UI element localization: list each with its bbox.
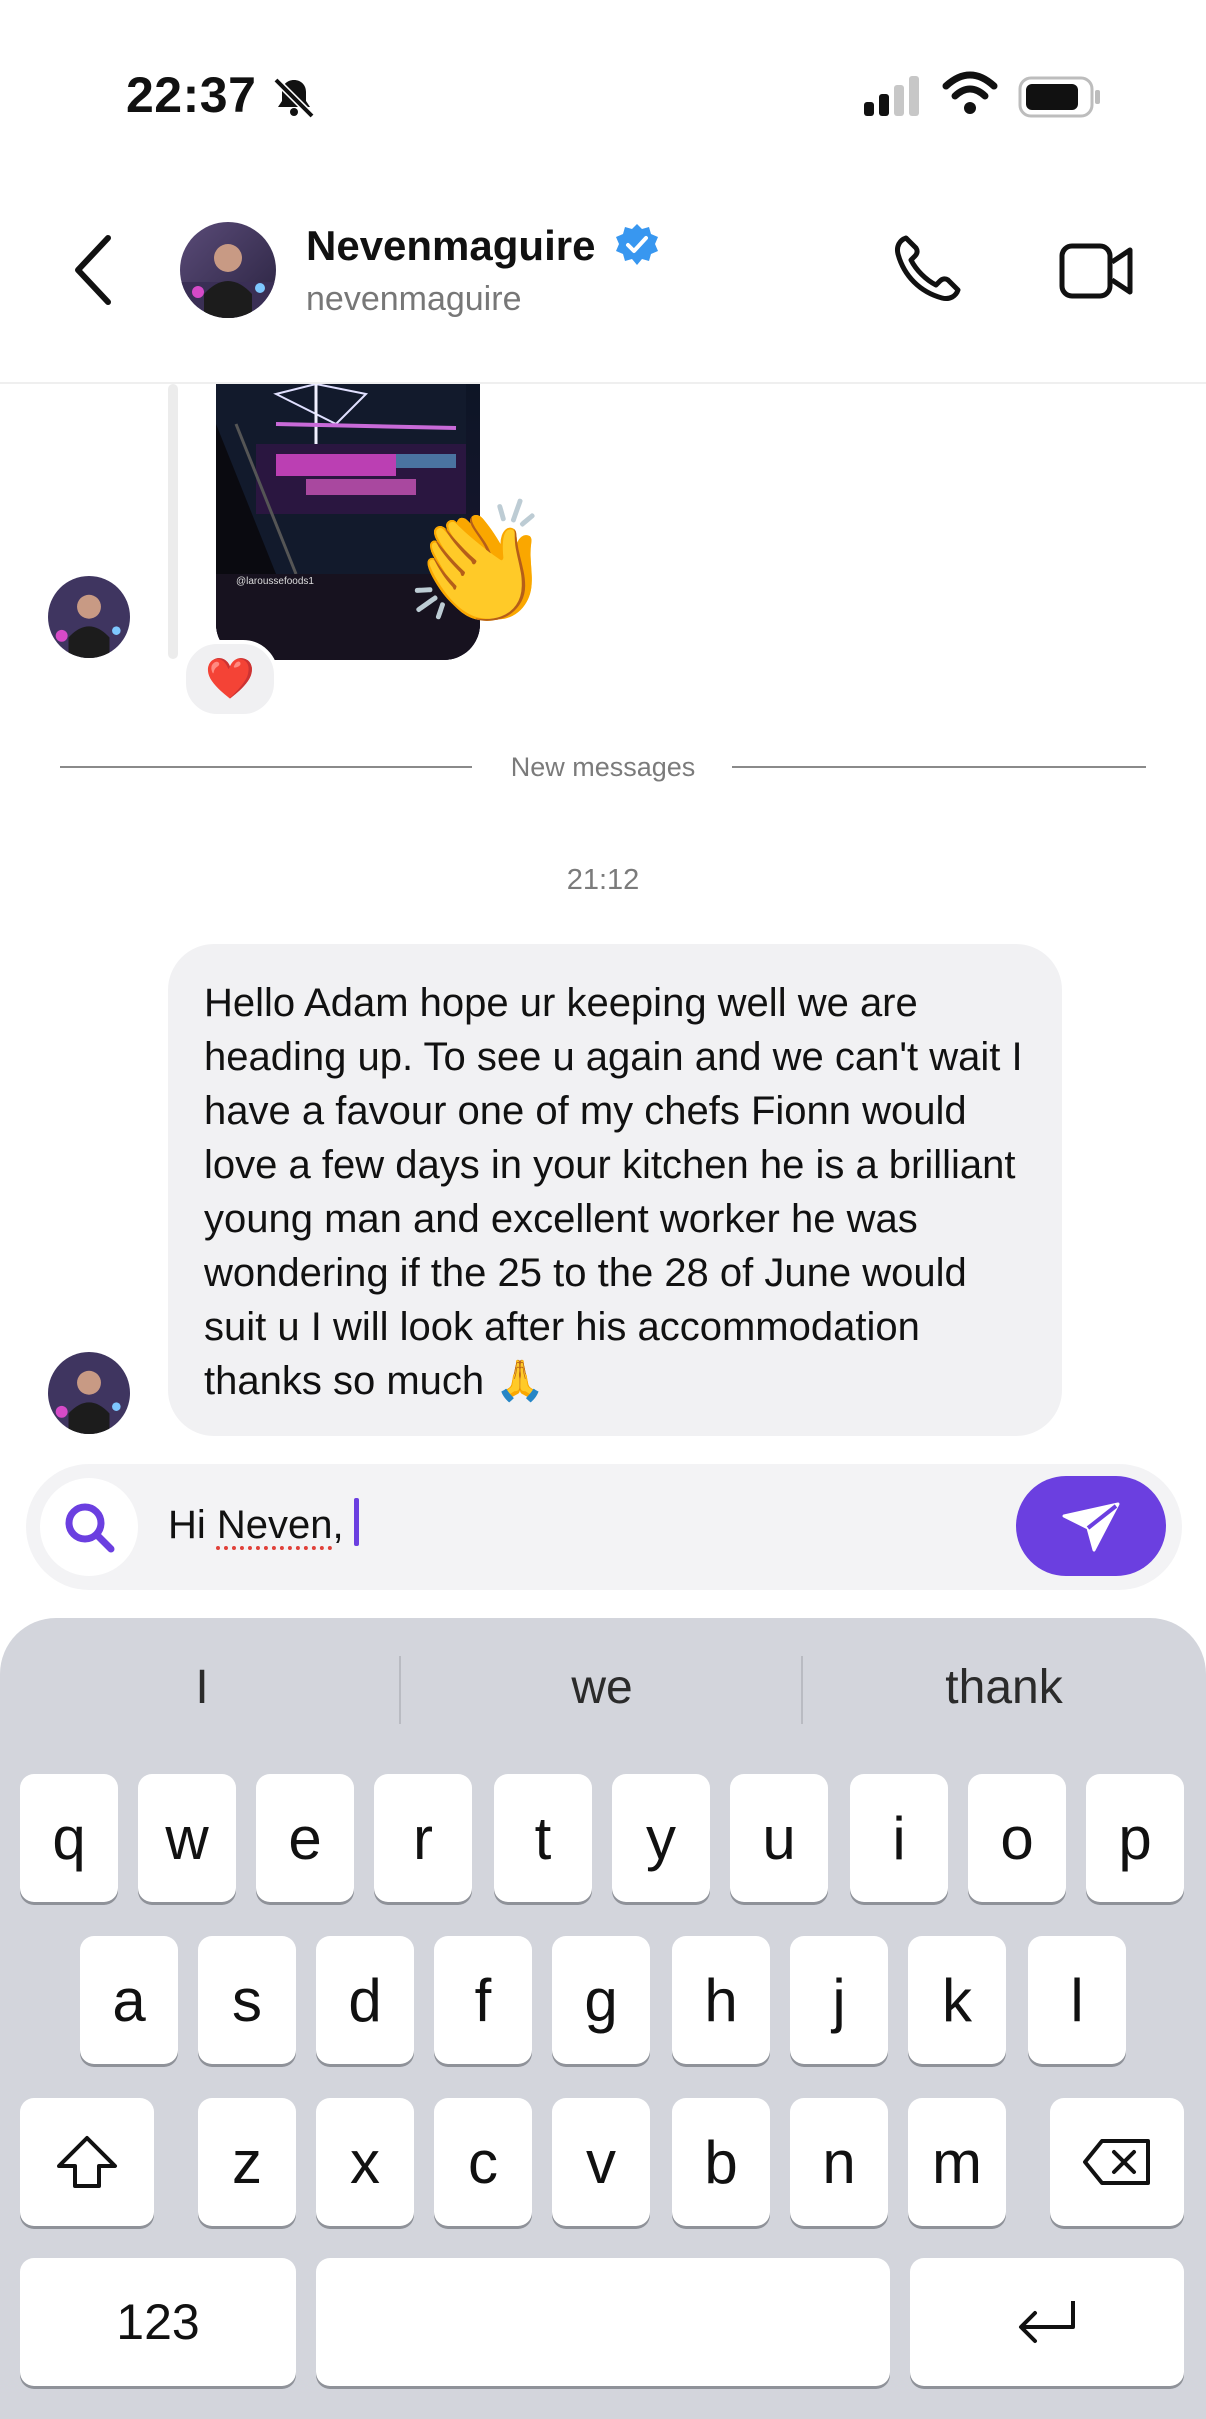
key-g[interactable]: g: [552, 1936, 650, 2064]
misspelled-word[interactable]: Neven: [217, 1503, 333, 1547]
suggestion-divider: [801, 1656, 803, 1724]
key-q[interactable]: q: [20, 1774, 118, 1902]
suggestion-3[interactable]: thank: [814, 1660, 1194, 1715]
key-v[interactable]: v: [552, 2098, 650, 2226]
status-time: 22:37: [126, 67, 257, 123]
key-y[interactable]: y: [612, 1774, 710, 1902]
key-s[interactable]: s: [198, 1936, 296, 2064]
key-m[interactable]: m: [908, 2098, 1006, 2226]
suggestion-1[interactable]: I: [12, 1660, 392, 1715]
key-f[interactable]: f: [434, 1936, 532, 2064]
key-x[interactable]: x: [316, 2098, 414, 2226]
sender-avatar[interactable]: [48, 576, 130, 658]
post-credit: @laroussefoods1: [236, 576, 314, 587]
key-h[interactable]: h: [672, 1936, 770, 2064]
delete-key[interactable]: [1050, 2098, 1184, 2226]
message-text: Hello Adam hope ur keeping well we are h…: [204, 981, 1023, 1403]
key-i[interactable]: i: [850, 1774, 948, 1902]
return-arrow-icon: [1019, 2301, 1075, 2343]
video-call-icon[interactable]: [1058, 240, 1134, 302]
phone-call-icon[interactable]: [892, 232, 964, 304]
suggestion-divider: [399, 1656, 401, 1724]
send-arrow-icon: [1062, 1502, 1120, 1552]
contact-handle: nevenmaguire: [306, 280, 522, 318]
key-b[interactable]: b: [672, 2098, 770, 2226]
battery-icon: [1018, 76, 1100, 118]
key-k[interactable]: k: [908, 1936, 1006, 2064]
silent-bell-icon: [273, 77, 315, 119]
search-icon: [65, 1503, 115, 1553]
key-z[interactable]: z: [198, 2098, 296, 2226]
backspace-icon: [1083, 2139, 1150, 2185]
key-p[interactable]: p: [1086, 1774, 1184, 1902]
message-timestamp: 21:12: [566, 864, 640, 896]
text-caret: [353, 1498, 359, 1546]
message-input[interactable]: Hi Neven,: [168, 1498, 359, 1548]
input-text-suffix: ,: [332, 1503, 344, 1547]
suggestion-2[interactable]: we: [412, 1660, 792, 1715]
key-n[interactable]: n: [790, 2098, 888, 2226]
search-button[interactable]: [40, 1478, 138, 1576]
wifi-icon: [942, 71, 998, 114]
contact-name[interactable]: Nevenmaguire: [306, 222, 595, 270]
key-c[interactable]: c: [434, 2098, 532, 2226]
shift-key[interactable]: [20, 2098, 154, 2226]
return-key[interactable]: [910, 2258, 1184, 2386]
space-key[interactable]: [316, 2258, 890, 2386]
header-divider: [0, 382, 1206, 384]
heart-reaction[interactable]: ❤️: [182, 640, 278, 718]
key-a[interactable]: a: [80, 1936, 178, 2064]
key-d[interactable]: d: [316, 1936, 414, 2064]
key-l[interactable]: l: [1028, 1936, 1126, 2064]
key-j[interactable]: j: [790, 1936, 888, 2064]
send-button[interactable]: [1016, 1476, 1166, 1576]
verified-badge-icon: [616, 224, 658, 265]
key-w[interactable]: w: [138, 1774, 236, 1902]
key-u[interactable]: u: [730, 1774, 828, 1902]
cellular-signal-icon: [864, 76, 919, 116]
new-messages-label: New messages: [510, 752, 696, 782]
back-chevron-icon[interactable]: [70, 232, 116, 308]
reply-indicator-bar: [168, 384, 178, 659]
numbers-key[interactable]: 123: [20, 2258, 296, 2386]
key-e[interactable]: e: [256, 1774, 354, 1902]
key-r[interactable]: r: [374, 1774, 472, 1902]
sender-avatar[interactable]: [48, 1352, 130, 1434]
heart-emoji: ❤️: [205, 657, 255, 701]
contact-avatar[interactable]: [180, 222, 276, 318]
message-bubble[interactable]: Hello Adam hope ur keeping well we are h…: [168, 944, 1062, 1436]
key-o[interactable]: o: [968, 1774, 1066, 1902]
shift-arrow-icon: [57, 2136, 117, 2188]
clap-sticker: 👏: [404, 497, 554, 631]
key-t[interactable]: t: [494, 1774, 592, 1902]
input-text-prefix: Hi: [168, 1503, 217, 1547]
